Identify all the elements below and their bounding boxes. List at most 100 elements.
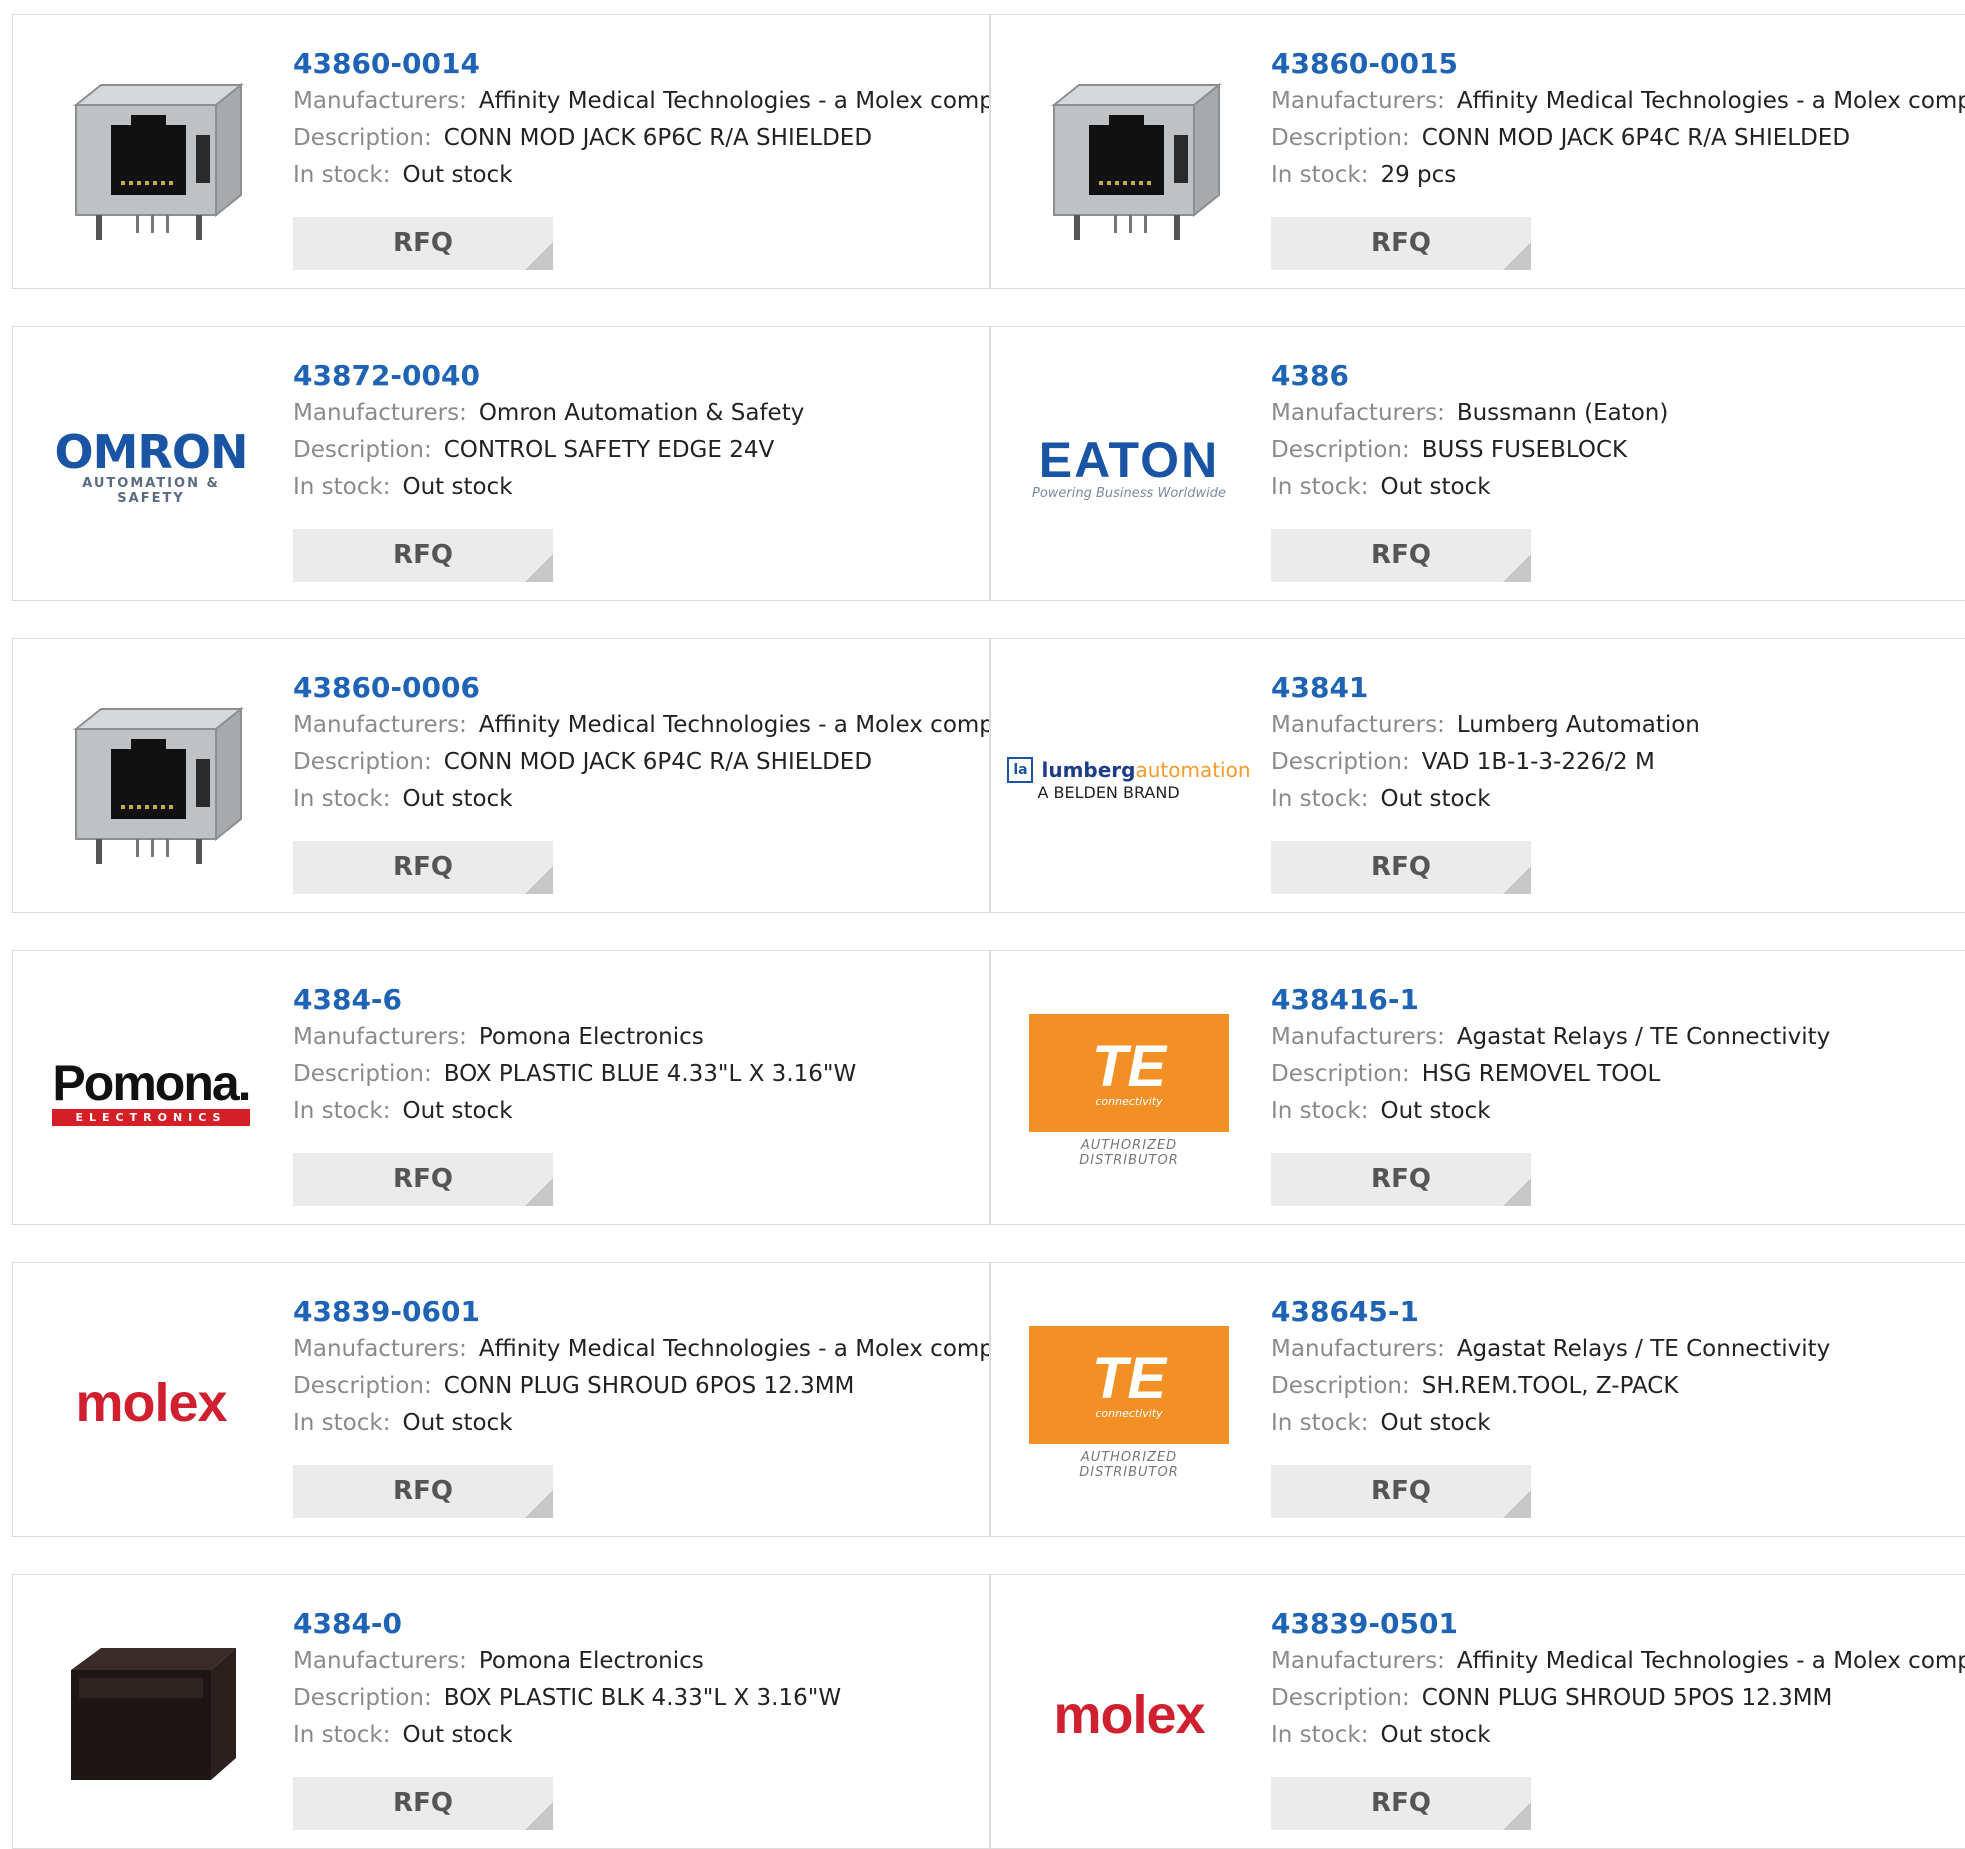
manufacturer-value: Omron Automation & Safety: [478, 400, 805, 426]
description-value: BOX PLASTIC BLK 4.33"L X 3.16"W: [443, 1685, 842, 1711]
rfq-label: RFQ: [1371, 1788, 1431, 1818]
manufacturer-row: Manufacturers: Affinity Medical Technolog…: [293, 1331, 989, 1368]
manufacturer-row: Manufacturers: Bussmann (Eaton): [1271, 395, 1965, 432]
pomona-logo[interactable]: Pomona. ELECTRONICS: [51, 1001, 252, 1181]
rfq-label: RFQ: [393, 228, 453, 258]
description-row: Description: CONTROL SAFETY EDGE 24V: [293, 432, 989, 469]
corner-triangle-icon: [1503, 554, 1531, 582]
manufacturer-row: Manufacturers: Affinity Medical Technolog…: [293, 83, 989, 120]
in-stock-label: In stock:: [293, 786, 391, 812]
stock-row: In stock: Out stock: [1271, 469, 1965, 506]
part-number-link[interactable]: 43839-0601: [293, 1293, 989, 1331]
part-number-link[interactable]: 4384-0: [293, 1605, 989, 1643]
description-row: Description: VAD 1B-1-3-226/2 M: [1271, 744, 1965, 781]
part-number-link[interactable]: 4384-6: [293, 981, 989, 1019]
rfq-button[interactable]: RFQ: [293, 1465, 553, 1518]
rfq-label: RFQ: [1371, 852, 1431, 882]
stock-value: 29 pcs: [1380, 162, 1457, 188]
in-stock-label: In stock:: [1271, 786, 1369, 812]
stock-value: Out stock: [402, 474, 513, 500]
description-label: Description:: [1271, 125, 1410, 151]
manufacturers-label: Manufacturers:: [293, 1336, 467, 1362]
rfq-label: RFQ: [1371, 1164, 1431, 1194]
manufacturers-label: Manufacturers:: [293, 712, 467, 738]
part-number-link[interactable]: 43860-0014: [293, 45, 989, 83]
part-number-link[interactable]: 438645-1: [1271, 1293, 1965, 1331]
corner-triangle-icon: [525, 1802, 553, 1830]
stock-value: Out stock: [402, 162, 513, 188]
product-card: Pomona. ELECTRONICS 4384-6 Manufacturers: Po…: [12, 950, 990, 1225]
part-number-link[interactable]: 438416-1: [1271, 981, 1965, 1019]
part-number-link[interactable]: 43872-0040: [293, 357, 989, 395]
molex-logo[interactable]: molex: [51, 1313, 251, 1493]
rfq-button[interactable]: RFQ: [293, 217, 553, 270]
rfq-button[interactable]: RFQ: [1271, 1777, 1531, 1830]
product-card: 43860-0006 Manufacturers: Affinity Medical…: [12, 638, 990, 913]
description-label: Description:: [293, 1685, 432, 1711]
description-row: Description: HSG REMOVEL TOOL: [1271, 1056, 1965, 1093]
in-stock-label: In stock:: [1271, 1410, 1369, 1436]
stock-row: In stock: Out stock: [1271, 781, 1965, 818]
manufacturers-label: Manufacturers:: [1271, 712, 1445, 738]
molex-logo[interactable]: molex: [1029, 1625, 1229, 1805]
description-label: Description:: [293, 1373, 432, 1399]
rj45-jack-icon[interactable]: [51, 689, 251, 869]
corner-triangle-icon: [1503, 1802, 1531, 1830]
rfq-button[interactable]: RFQ: [293, 841, 553, 894]
in-stock-label: In stock:: [293, 1410, 391, 1436]
stock-value: Out stock: [402, 1098, 513, 1124]
in-stock-label: In stock:: [293, 1722, 391, 1748]
rfq-button[interactable]: RFQ: [1271, 841, 1531, 894]
eaton-logo[interactable]: EATON Powering Business Worldwide: [1029, 377, 1229, 557]
rfq-button[interactable]: RFQ: [1271, 529, 1531, 582]
manufacturer-value: Affinity Medical Technologies - a Molex …: [478, 712, 990, 738]
rfq-button[interactable]: RFQ: [293, 529, 553, 582]
manufacturers-label: Manufacturers:: [1271, 1024, 1445, 1050]
description-row: Description: CONN MOD JACK 6P4C R/A SHIEL…: [1271, 120, 1965, 157]
manufacturer-row: Manufacturers: Pomona Electronics: [293, 1019, 989, 1056]
lumberg-logo[interactable]: la lumbergautomation A BELDEN BRAND: [1007, 689, 1251, 869]
description-value: CONN PLUG SHROUD 5POS 12.3MM: [1421, 1685, 1833, 1711]
description-value: SH.REM.TOOL, Z-PACK: [1421, 1373, 1679, 1399]
rfq-button[interactable]: RFQ: [1271, 1153, 1531, 1206]
description-label: Description:: [1271, 1061, 1410, 1087]
part-number-link[interactable]: 43860-0006: [293, 669, 989, 707]
description-value: CONN MOD JACK 6P4C R/A SHIELDED: [1421, 125, 1851, 151]
corner-triangle-icon: [525, 1178, 553, 1206]
manufacturer-value: Agastat Relays / TE Connectivity: [1456, 1024, 1831, 1050]
part-number-link[interactable]: 43841: [1271, 669, 1965, 707]
stock-value: Out stock: [402, 1410, 513, 1436]
manufacturers-label: Manufacturers:: [293, 1648, 467, 1674]
in-stock-label: In stock:: [293, 474, 391, 500]
description-label: Description:: [1271, 437, 1410, 463]
rfq-label: RFQ: [1371, 1476, 1431, 1506]
black-box-icon[interactable]: [51, 1625, 251, 1805]
description-value: BOX PLASTIC BLUE 4.33"L X 3.16"W: [443, 1061, 857, 1087]
manufacturer-value: Affinity Medical Technologies - a Molex …: [478, 1336, 990, 1362]
manufacturer-value: Affinity Medical Technologies - a Molex …: [1456, 88, 1965, 114]
in-stock-label: In stock:: [1271, 1098, 1369, 1124]
manufacturer-row: Manufacturers: Pomona Electronics: [293, 1643, 989, 1680]
product-card: OMRON AUTOMATION & SAFETY 43872-0040 Manufa…: [12, 326, 990, 601]
part-number-link[interactable]: 43860-0015: [1271, 45, 1965, 83]
product-card: TE connectivity AUTHORIZED DISTRIBUTOR 4386…: [990, 1262, 1965, 1537]
stock-row: In stock: 29 pcs: [1271, 157, 1965, 194]
omron-logo[interactable]: OMRON AUTOMATION & SAFETY: [51, 377, 251, 557]
corner-triangle-icon: [1503, 1178, 1531, 1206]
rj45-jack-icon[interactable]: [51, 65, 251, 245]
rfq-button[interactable]: RFQ: [1271, 217, 1531, 270]
te-logo[interactable]: TE connectivity AUTHORIZED DISTRIBUTOR: [1029, 1001, 1229, 1181]
description-label: Description:: [293, 125, 432, 151]
manufacturers-label: Manufacturers:: [1271, 1336, 1445, 1362]
description-value: CONN MOD JACK 6P4C R/A SHIELDED: [443, 749, 873, 775]
part-number-link[interactable]: 43839-0501: [1271, 1605, 1965, 1643]
stock-row: In stock: Out stock: [1271, 1405, 1965, 1442]
te-logo[interactable]: TE connectivity AUTHORIZED DISTRIBUTOR: [1029, 1313, 1229, 1493]
part-number-link[interactable]: 4386: [1271, 357, 1965, 395]
rfq-button[interactable]: RFQ: [293, 1777, 553, 1830]
rfq-button[interactable]: RFQ: [1271, 1465, 1531, 1518]
rfq-button[interactable]: RFQ: [293, 1153, 553, 1206]
manufacturer-value: Agastat Relays / TE Connectivity: [1456, 1336, 1831, 1362]
rfq-label: RFQ: [393, 1476, 453, 1506]
rj45-jack-icon[interactable]: [1029, 65, 1229, 245]
